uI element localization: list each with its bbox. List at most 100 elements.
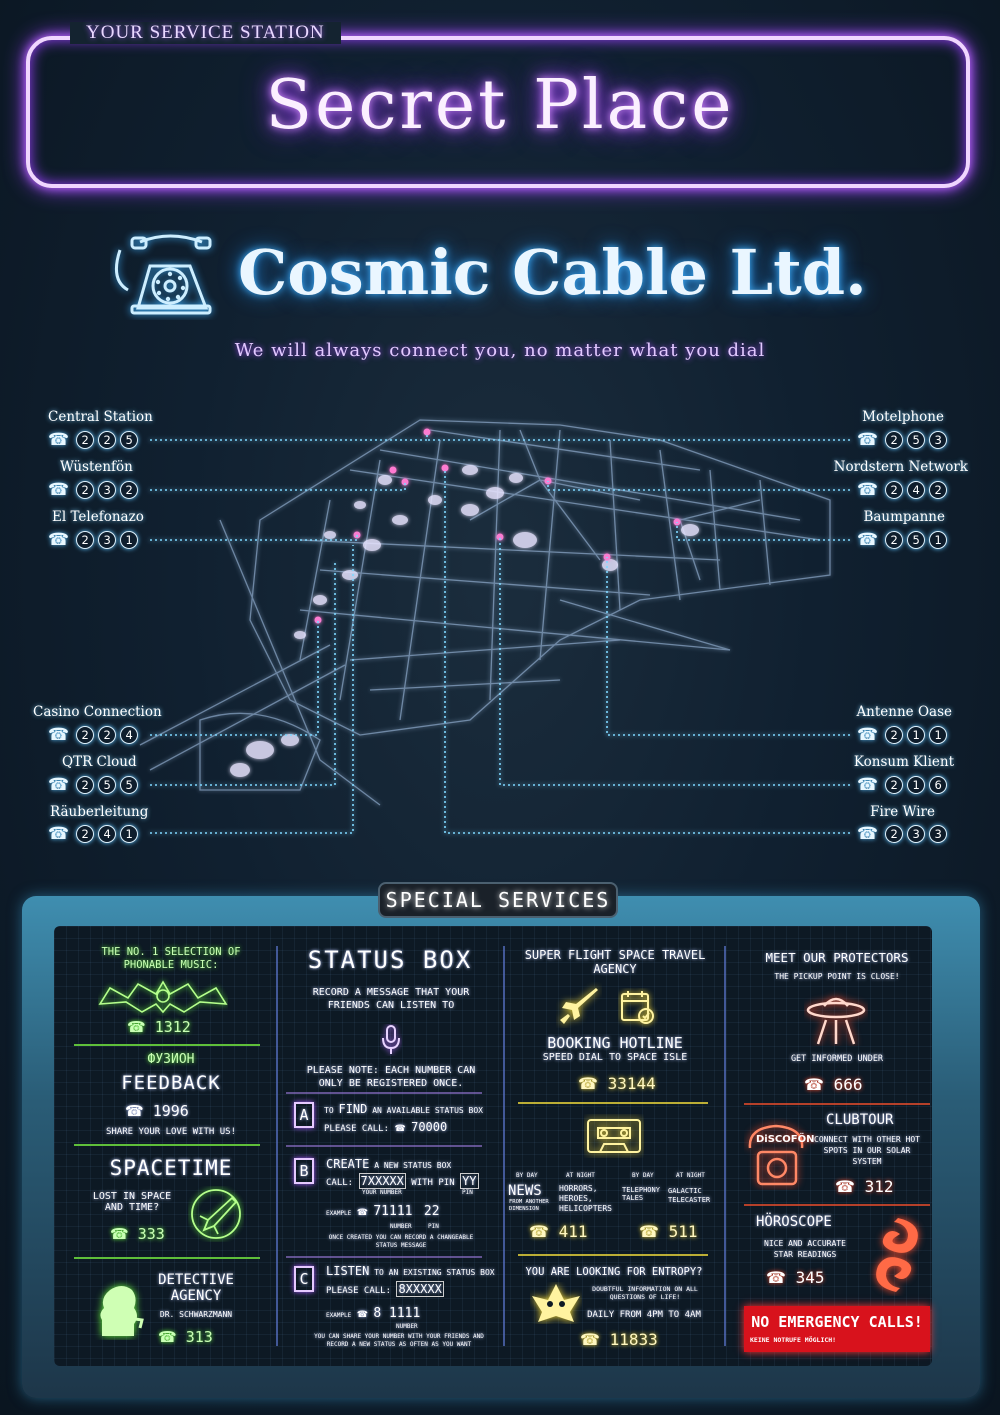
- digit: 2: [885, 825, 904, 843]
- digit: 4: [98, 825, 117, 843]
- agency-title: SUPER FLIGHT SPACE TRAVEL AGENCY: [524, 948, 706, 976]
- phone-icon: ☎: [48, 530, 70, 550]
- connection-number: ☎ 2 4 1: [48, 824, 139, 844]
- phone-icon: ☎: [125, 1102, 144, 1120]
- connection-number: ☎ 2 5 1: [857, 530, 948, 550]
- step-c-example: EXAMPLE ☎ 8 1111: [326, 1306, 421, 1321]
- news-by-day: BY DAY: [516, 1172, 538, 1179]
- emergency-banner: NO EMERGENCY CALLS! KEINE NOTRUFE MÖGLIC…: [744, 1306, 930, 1352]
- phone-icon: ☎: [857, 725, 879, 745]
- digit: 2: [885, 431, 904, 449]
- music-label: THE NO. 1 SELECTION OF PHONABLE MUSIC:: [101, 946, 241, 971]
- rotary-phone-icon: [114, 234, 212, 315]
- digit: 2: [76, 825, 95, 843]
- space-shuttle-icon: [560, 988, 598, 1024]
- b-label-number: YOUR NUMBER: [362, 1189, 402, 1196]
- bat-icon: [98, 980, 228, 1014]
- connection-number: ☎ 2 5 5: [48, 775, 139, 795]
- feedback-sub: SHARE YOUR LOVE WITH US!: [105, 1127, 237, 1137]
- detective-title: DETECTIVE AGENCY: [158, 1272, 234, 1304]
- news-at-night: AT NIGHT: [566, 1172, 595, 1179]
- digit: 2: [929, 481, 948, 499]
- phone-icon: ☎: [158, 1328, 177, 1346]
- connection-name: Räuberleitung: [50, 804, 149, 820]
- horoscope-sub: NICE AND ACCURATE STAR READINGS: [764, 1239, 846, 1259]
- connection-name: Central Station: [48, 409, 153, 425]
- disco-brand: DiSCOFÖN: [756, 1134, 815, 1145]
- digit: 4: [120, 726, 139, 744]
- step-a-badge: A: [294, 1102, 314, 1128]
- calendar-icon: [621, 991, 654, 1024]
- separator: [744, 1103, 930, 1105]
- protectors-sub: THE PICKUP POINT IS CLOSE!: [774, 972, 900, 981]
- phone-icon: ☎: [857, 480, 879, 500]
- music-number: ☎ 1312: [127, 1018, 191, 1036]
- digit: 3: [929, 825, 948, 843]
- phone-icon: ☎: [580, 1330, 600, 1349]
- digit: 2: [885, 481, 904, 499]
- news-sub: FROM ANOTHER DIMENSION: [509, 1199, 549, 1212]
- digit: 1: [929, 726, 948, 744]
- connection-number: ☎ 2 4 2: [857, 480, 948, 500]
- separator: [74, 1257, 260, 1259]
- digit: 2: [76, 481, 95, 499]
- connection-number: ☎ 2 2 4: [48, 725, 139, 745]
- horoscope-number: ☎ 345: [766, 1268, 825, 1287]
- digit: 2: [76, 531, 95, 549]
- protectors-title: MEET OUR PROTECTORS: [765, 950, 909, 965]
- b-example-label-number: NUMBER: [390, 1223, 412, 1230]
- digit: 2: [120, 481, 139, 499]
- news-horrors: HORRORS, HEROES, HELICOPTERS: [559, 1184, 612, 1213]
- clubtour-sub: CONNECT WITH OTHER HOT SPOTS IN OUR SOLA…: [814, 1135, 920, 1166]
- digit: 2: [98, 726, 117, 744]
- column-divider: [503, 946, 505, 1346]
- pisces-icon: [876, 1218, 918, 1292]
- digit: 5: [120, 431, 139, 449]
- step-b-badge: B: [294, 1158, 314, 1184]
- separator: [286, 1145, 482, 1147]
- connection-name: Nordstern Network: [833, 459, 968, 475]
- digit: 5: [98, 776, 117, 794]
- page-title: Secret Place: [265, 66, 735, 145]
- digit: 6: [929, 776, 948, 794]
- phone-icon: ☎: [857, 775, 879, 795]
- digit: 3: [98, 531, 117, 549]
- cassette-icon: [587, 1119, 641, 1153]
- step-c-call: PLEASE CALL: 8XXXXX: [326, 1281, 444, 1297]
- emergency-sub: KEINE NOTRUFE MÖGLICH!: [750, 1336, 837, 1344]
- company-name: Cosmic Cable Ltd.: [238, 236, 867, 309]
- separator: [744, 1204, 930, 1206]
- connection-name: Fire Wire: [870, 804, 935, 820]
- digit: 5: [120, 776, 139, 794]
- map-streets: [139, 419, 831, 806]
- step-b-example: EXAMPLE ☎ 71111 22: [326, 1204, 440, 1219]
- phone-icon: ☎: [356, 1208, 368, 1218]
- star-face-icon: [532, 1284, 580, 1322]
- digit: 2: [76, 431, 95, 449]
- connection-name: Motelphone: [862, 409, 944, 425]
- entropy-title: YOU ARE LOOKING FOR ENTROPY?: [525, 1266, 703, 1278]
- column-divider: [276, 946, 278, 1346]
- phone-icon: ☎: [356, 1310, 368, 1320]
- separator: [286, 1092, 482, 1094]
- spacetime-number: ☎ 333: [110, 1225, 165, 1243]
- phone-icon: ☎: [857, 824, 879, 844]
- digit: 2: [885, 776, 904, 794]
- connection-number: ☎ 2 2 5: [48, 430, 139, 450]
- phone-icon: ☎: [804, 1075, 824, 1094]
- connection-number: ☎ 2 1 1: [857, 725, 948, 745]
- digit: 2: [885, 726, 904, 744]
- separator: [74, 1044, 260, 1046]
- digit: 5: [907, 431, 926, 449]
- connection-name: QTR Cloud: [62, 754, 137, 770]
- step-c-note: YOU CAN SHARE YOUR NUMBER WITH YOUR FRIE…: [314, 1333, 484, 1348]
- slogan: We will always connect you, no matter wh…: [234, 340, 766, 361]
- feedback-number: ☎ 1996: [125, 1102, 189, 1120]
- tales-number: ☎ 511: [639, 1222, 698, 1241]
- digit: 1: [120, 825, 139, 843]
- c-example-label: NUMBER: [396, 1323, 418, 1330]
- digit: 1: [929, 531, 948, 549]
- b-example-label-pin: PIN: [428, 1223, 439, 1230]
- phone-icon: ☎: [394, 1124, 406, 1134]
- emergency-title: NO EMERGENCY CALLS!: [751, 1313, 923, 1331]
